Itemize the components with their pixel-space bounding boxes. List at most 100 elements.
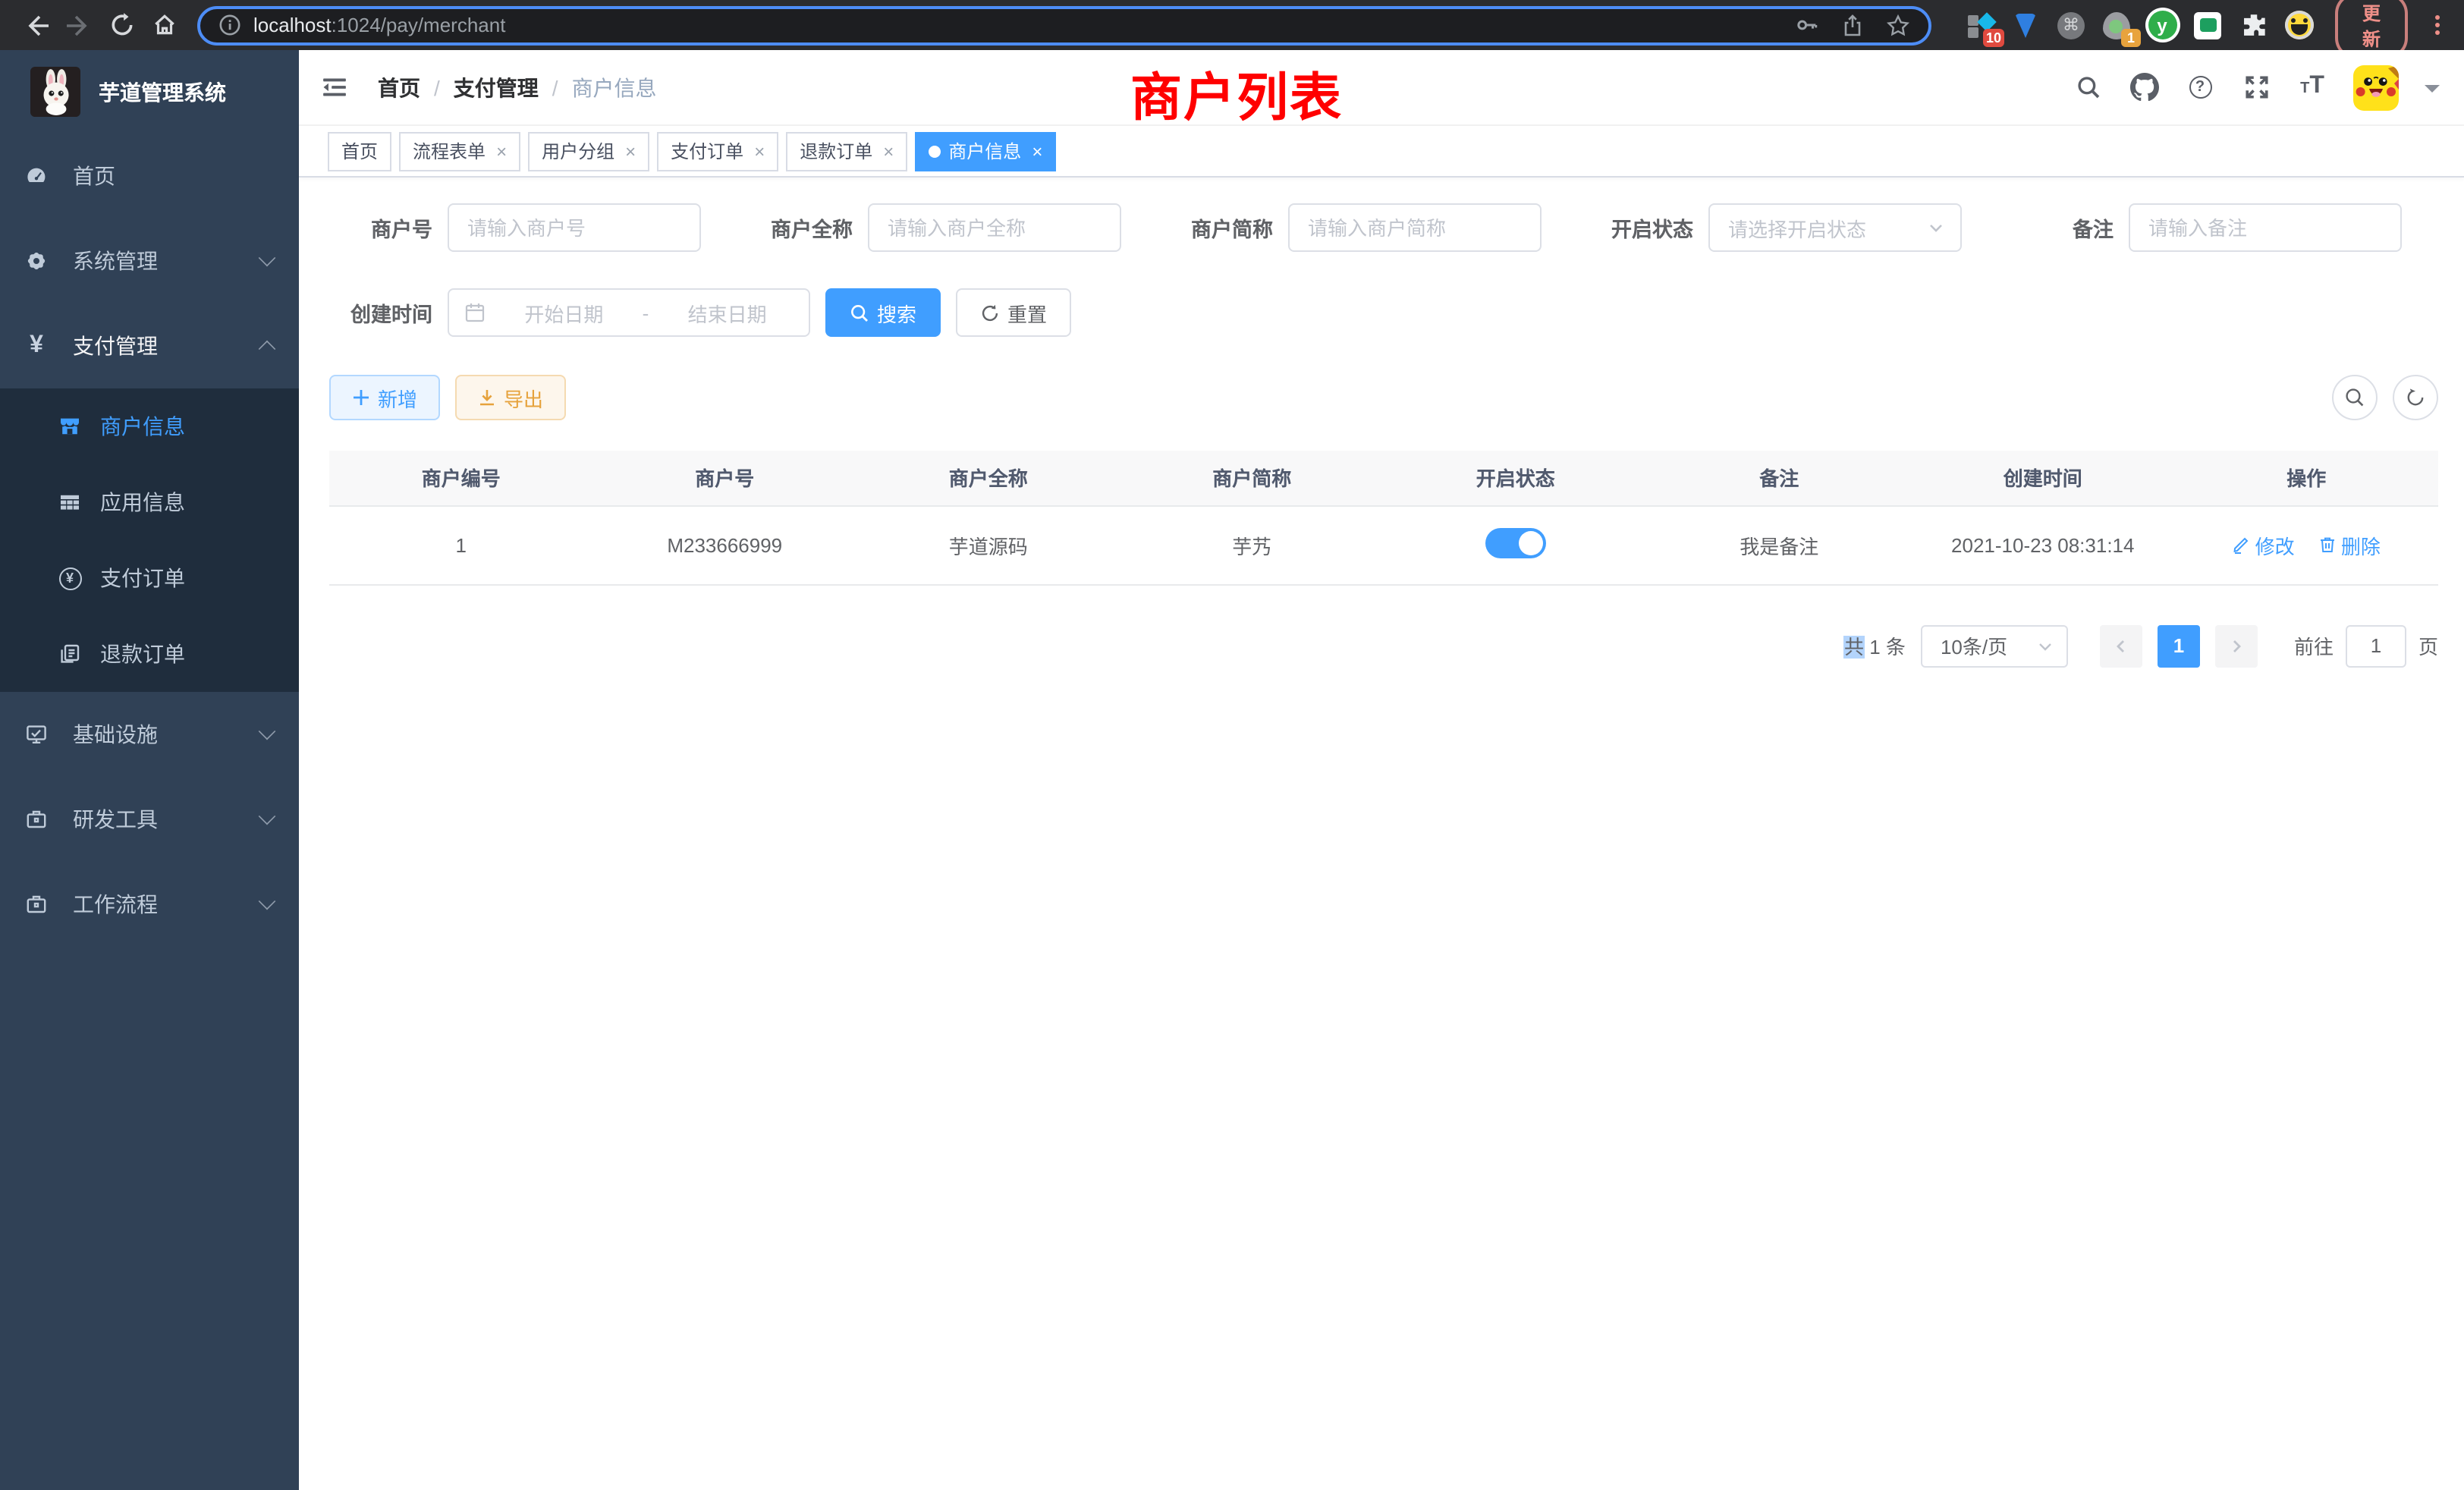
- page-1-button[interactable]: 1: [2158, 624, 2200, 667]
- browser-back-icon[interactable]: [15, 4, 58, 46]
- tags-bar: 首页 流程表单 × 用户分组 × 支付订单 × 退款订单 ×: [299, 126, 2464, 178]
- hamburger-icon[interactable]: [322, 74, 360, 100]
- reset-button[interactable]: 重置: [956, 288, 1071, 337]
- tab-merchant-info[interactable]: 商户信息 ×: [915, 131, 1056, 171]
- edit-link[interactable]: 修改: [2233, 530, 2295, 559]
- tab-refund-order[interactable]: 退款订单 ×: [786, 131, 907, 171]
- extension-grid-icon[interactable]: 10: [1965, 10, 1995, 40]
- extension-command-icon[interactable]: ⌘: [2056, 10, 2086, 40]
- extension-blob-icon[interactable]: 1: [2101, 10, 2132, 40]
- tab-user-group[interactable]: 用户分组 ×: [528, 131, 649, 171]
- app-title: 芋道管理系统: [99, 77, 226, 107]
- sidebar-item-label: 研发工具: [73, 804, 259, 835]
- cell-full-name: 芋道源码: [856, 505, 1120, 584]
- filter-label-merchant-no: 商户号: [329, 212, 432, 243]
- tab-close-icon[interactable]: ×: [496, 142, 507, 160]
- remark-input[interactable]: [2129, 203, 2402, 252]
- delete-link[interactable]: 删除: [2318, 530, 2381, 559]
- goto-page-input[interactable]: [2346, 624, 2406, 667]
- font-size-icon[interactable]: TT: [2297, 72, 2327, 102]
- url-host: localhost: [253, 14, 332, 36]
- sidebar-logo[interactable]: 芋道管理系统: [0, 50, 299, 134]
- bookmark-star-icon[interactable]: [1886, 13, 1910, 37]
- col-short-name: 商户简称: [1120, 451, 1384, 505]
- export-button[interactable]: 导出: [455, 375, 566, 420]
- tab-home[interactable]: 首页: [328, 131, 391, 171]
- chevron-down-icon: [259, 250, 276, 267]
- short-name-input[interactable]: [1288, 203, 1542, 252]
- add-button[interactable]: 新增: [329, 375, 440, 420]
- chevron-up-icon: [259, 341, 276, 358]
- toggle-search-button[interactable]: [2332, 375, 2378, 420]
- header-search-icon[interactable]: [2073, 72, 2103, 102]
- tab-pay-order[interactable]: 支付订单 ×: [657, 131, 778, 171]
- browser-reload-icon[interactable]: [100, 4, 143, 46]
- next-page-button[interactable]: [2215, 624, 2258, 667]
- sidebar-item-dev-tools[interactable]: 研发工具: [0, 777, 299, 862]
- content: 商户号 商户全称 商户简称 开启状态 请选择开启状态 备注 创: [299, 178, 2464, 1490]
- breadcrumb-pay[interactable]: 支付管理: [454, 72, 539, 102]
- sidebar-item-app-info[interactable]: 应用信息: [0, 464, 299, 540]
- pagination: 共 1 条 10条/页 1 前往 页: [329, 624, 2438, 667]
- tab-close-icon[interactable]: ×: [625, 142, 636, 160]
- help-icon[interactable]: ?: [2185, 72, 2215, 102]
- full-name-input[interactable]: [868, 203, 1121, 252]
- url-bar[interactable]: localhost:1024/pay/merchant: [197, 5, 1931, 45]
- screen: localhost:1024/pay/merchant 10 ⌘: [0, 0, 2464, 1490]
- page-size-select[interactable]: 10条/页: [1921, 624, 2068, 667]
- breadcrumb-home[interactable]: 首页: [378, 72, 420, 102]
- sidebar-item-workflow[interactable]: 工作流程: [0, 862, 299, 947]
- status-select[interactable]: 请选择开启状态: [1708, 203, 1962, 252]
- chevron-right-icon: [2227, 637, 2246, 655]
- extension-chat-icon[interactable]: [2192, 10, 2223, 40]
- dashboard-icon: [24, 164, 49, 188]
- browser-home-icon[interactable]: [143, 4, 185, 46]
- share-icon[interactable]: [1840, 13, 1865, 37]
- extensions-puzzle-icon[interactable]: [2238, 10, 2268, 40]
- tab-close-icon[interactable]: ×: [1032, 142, 1042, 160]
- briefcase-icon: [24, 892, 49, 916]
- sidebar-item-label: 首页: [73, 161, 275, 191]
- download-icon: [478, 388, 496, 407]
- col-status: 开启状态: [1384, 451, 1648, 505]
- breadcrumb-separator: /: [552, 75, 558, 99]
- col-actions: 操作: [2175, 451, 2439, 505]
- sidebar-item-refund-order[interactable]: 退款订单: [0, 616, 299, 692]
- sidebar-item-pay-order[interactable]: ¥ 支付订单: [0, 540, 299, 616]
- refresh-table-button[interactable]: [2393, 375, 2438, 420]
- merchant-no-input[interactable]: [448, 203, 701, 252]
- password-key-icon[interactable]: [1793, 12, 1819, 38]
- sidebar-item-infra[interactable]: 基础设施: [0, 692, 299, 777]
- extension-kite-icon[interactable]: [2010, 10, 2041, 40]
- sidebar-item-home[interactable]: 首页: [0, 134, 299, 218]
- fullscreen-icon[interactable]: [2241, 72, 2271, 102]
- url-text[interactable]: localhost:1024/pay/merchant: [253, 14, 1793, 36]
- user-avatar[interactable]: [2353, 64, 2399, 110]
- sidebar-item-pay[interactable]: ¥ 支付管理: [0, 303, 299, 388]
- prev-page-button[interactable]: [2100, 624, 2142, 667]
- browser-forward-icon[interactable]: [58, 4, 100, 46]
- sidebar-item-merchant-info[interactable]: 商户信息: [0, 388, 299, 464]
- shop-icon: [58, 414, 82, 439]
- pagination-goto: 前往 页: [2294, 624, 2438, 667]
- profile-avatar-icon[interactable]: [2283, 10, 2314, 40]
- search-button[interactable]: 搜索: [825, 288, 941, 337]
- site-info-icon[interactable]: [218, 14, 241, 36]
- create-time-range-picker[interactable]: 开始日期 - 结束日期: [448, 288, 810, 337]
- grid-icon: [58, 490, 82, 514]
- tab-label: 首页: [341, 138, 378, 164]
- tab-process-form[interactable]: 流程表单 ×: [399, 131, 520, 171]
- trash-icon: [2318, 536, 2337, 554]
- browser-menu-icon[interactable]: [2426, 12, 2449, 38]
- avatar-caret-icon[interactable]: [2425, 84, 2440, 99]
- tab-close-icon[interactable]: ×: [754, 142, 765, 160]
- github-icon[interactable]: [2129, 72, 2159, 102]
- date-separator: -: [643, 301, 649, 324]
- status-toggle[interactable]: [1485, 527, 1546, 558]
- tab-close-icon[interactable]: ×: [883, 142, 894, 160]
- chevron-down-icon: [2036, 637, 2054, 655]
- refresh-icon: [2405, 387, 2426, 408]
- tab-label: 商户信息: [948, 138, 1021, 164]
- sidebar-item-system[interactable]: 系统管理: [0, 218, 299, 303]
- extension-y-icon[interactable]: y: [2147, 10, 2177, 40]
